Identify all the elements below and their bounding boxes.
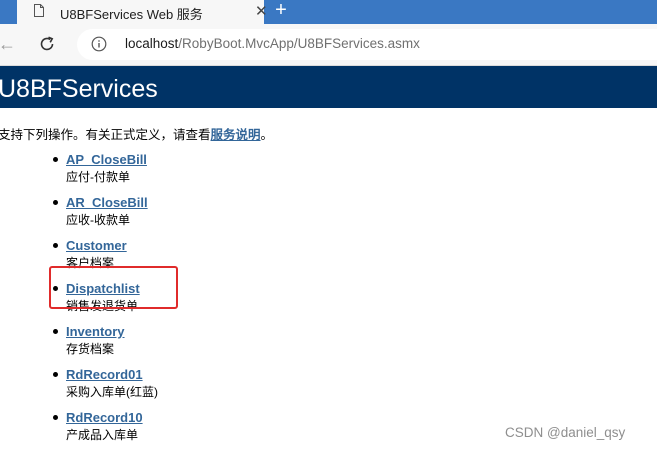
bullet xyxy=(53,200,58,205)
operation-link[interactable]: RdRecord01 xyxy=(66,367,143,382)
tab-title: U8BFServices Web 服务 xyxy=(60,7,203,22)
operation-description: 存货档案 xyxy=(66,342,115,356)
operation-link[interactable]: RdRecord10 xyxy=(66,410,143,425)
address-bar[interactable]: localhost/RobyBoot.MvcApp/U8BFServices.a… xyxy=(77,29,657,60)
bullet xyxy=(53,243,58,248)
operation-description: 采购入库单(红蓝) xyxy=(66,385,158,399)
page-title: U8BFServices xyxy=(0,75,158,103)
list-item: Dispatchlist 销售发退货单 xyxy=(0,281,300,321)
tab-strip: U8BFServices Web 服务 ✕ + xyxy=(0,0,657,24)
url-host: localhost xyxy=(125,36,179,51)
bullet xyxy=(53,415,58,420)
list-item: RdRecord01 采购入库单(红蓝) xyxy=(0,367,300,407)
operation-link[interactable]: Customer xyxy=(66,238,127,253)
intro-after: 。 xyxy=(260,128,274,142)
document-icon xyxy=(34,4,44,17)
service-description-link[interactable]: 服务说明 xyxy=(211,128,261,142)
list-item: Customer 客户档案 xyxy=(0,238,300,278)
close-tab-icon[interactable]: ✕ xyxy=(255,2,268,20)
browser-toolbar: ← localhost/RobyBoot.MvcApp/U8BFServices… xyxy=(0,24,657,66)
bullet xyxy=(53,286,58,291)
browser-tab[interactable]: U8BFServices Web 服务 ✕ xyxy=(17,0,268,24)
watermark: CSDN @daniel_qsy xyxy=(505,425,626,440)
list-item: AR_CloseBill 应收-收款单 xyxy=(0,195,300,235)
operation-link[interactable]: AR_CloseBill xyxy=(66,195,148,210)
operation-description: 产成品入库单 xyxy=(66,428,139,442)
bullet xyxy=(53,372,58,377)
operation-link[interactable]: AP_CloseBill xyxy=(66,152,147,167)
list-item: AP_CloseBill 应付-付款单 xyxy=(0,152,300,192)
list-item: RdRecord10 产成品入库单 xyxy=(0,410,300,450)
bullet xyxy=(53,329,58,334)
bullet xyxy=(53,157,58,162)
operation-description: 客户档案 xyxy=(66,256,115,270)
page-header: U8BFServices xyxy=(0,66,657,108)
operation-description: 应收-收款单 xyxy=(66,213,130,227)
info-icon[interactable] xyxy=(91,36,107,52)
intro-before: 支持下列操作。有关正式定义，请查看 xyxy=(0,128,211,142)
operation-link[interactable]: Dispatchlist xyxy=(66,281,140,296)
operation-description: 销售发退货单 xyxy=(66,299,139,313)
url-path: /RobyBoot.MvcApp/U8BFServices.asmx xyxy=(178,36,420,51)
intro-text: 支持下列操作。有关正式定义，请查看服务说明。 xyxy=(0,124,273,143)
url-text[interactable]: localhost/RobyBoot.MvcApp/U8BFServices.a… xyxy=(125,36,420,51)
new-tab-button[interactable]: + xyxy=(270,0,292,22)
back-button[interactable]: ← xyxy=(0,34,16,54)
operation-link[interactable]: Inventory xyxy=(66,324,125,339)
reload-icon[interactable] xyxy=(37,34,57,54)
operation-description: 应付-付款单 xyxy=(66,170,130,184)
list-item: Inventory 存货档案 xyxy=(0,324,300,364)
